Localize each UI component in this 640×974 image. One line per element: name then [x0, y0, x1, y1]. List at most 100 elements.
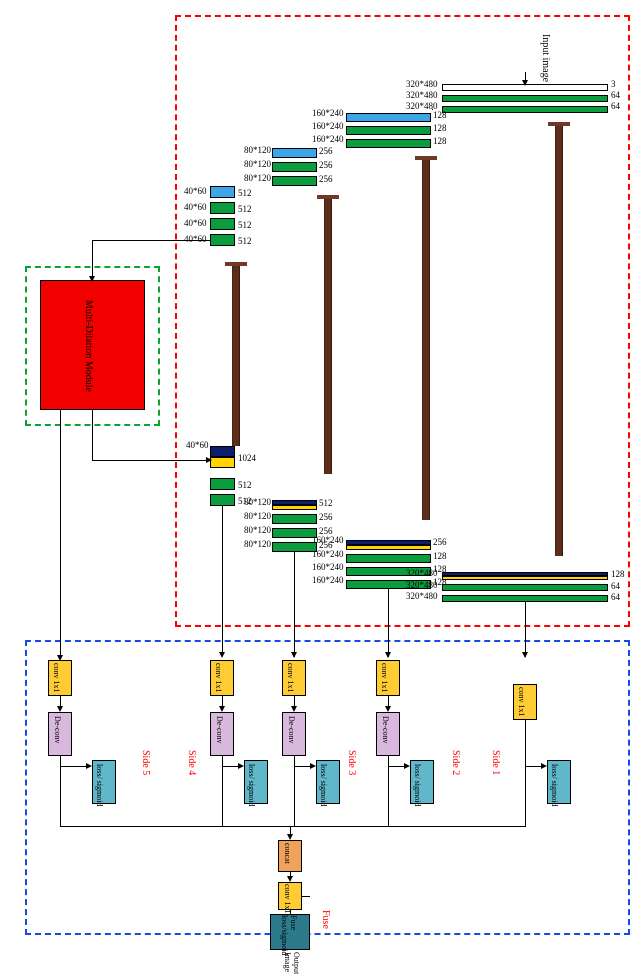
- enc3-sp2: 80*120: [244, 173, 271, 183]
- enc2-sp0: 160*240: [312, 108, 344, 118]
- dec2-sp1: 160*240: [312, 549, 344, 559]
- side1-label: Side 1: [490, 750, 501, 775]
- dec1-bar-2: [442, 595, 608, 602]
- enc2-ch1: 128: [433, 123, 447, 133]
- side1-conv-label: conv 1x1: [517, 687, 526, 717]
- enc4-sp1: 40*60: [184, 202, 207, 212]
- output-label: Output Image: [283, 952, 301, 974]
- enc1-ch1: 64: [611, 90, 620, 100]
- dec2-ch1: 128: [433, 551, 447, 561]
- dec3-ch1: 256: [319, 512, 333, 522]
- dec3-sp3: 80*120: [244, 539, 271, 549]
- dec2-sp0: 160*240: [312, 535, 344, 545]
- enc3-bar-1: [272, 162, 317, 172]
- enc4-bar-1: [210, 202, 235, 214]
- enc4-sp3: 40*60: [184, 234, 207, 244]
- side3-label: Side 3: [346, 750, 357, 775]
- dec3-sp2: 80*120: [244, 525, 271, 535]
- bottleneck-bar-bot: [210, 457, 235, 468]
- side2-deconv-label: De-conv: [381, 716, 390, 744]
- dec1-ch1: 64: [611, 581, 620, 591]
- pillar-2: [324, 199, 332, 474]
- enc2-bar-pool: [346, 113, 431, 122]
- dec3-sp1: 80*120: [244, 511, 271, 521]
- enc1-sp1: 320*480: [406, 90, 438, 100]
- pillar-4: [555, 126, 563, 556]
- enc1-sp0: 320*480: [406, 79, 438, 89]
- dec2-bar-concat-y: [346, 545, 431, 550]
- dec1-sp1: 320*480: [406, 580, 438, 590]
- enc3-bar-2: [272, 176, 317, 186]
- side1-loss-label: loss/ sigmoid: [550, 764, 559, 806]
- enc3-sp1: 80*120: [244, 159, 271, 169]
- dec2-sp3: 160*240: [312, 575, 344, 585]
- enc2-sp2: 160*240: [312, 134, 344, 144]
- enc1-ch2: 64: [611, 101, 620, 111]
- dec1-ch0: 128: [611, 569, 625, 579]
- side5-conv-label: conv 1x1: [52, 663, 61, 693]
- side5-deconv-label: De-conv: [53, 716, 62, 744]
- enc1-ch0: 3: [611, 79, 616, 89]
- dec4-ch1: 512: [238, 480, 252, 490]
- enc2-ch0: 128: [433, 110, 447, 120]
- enc2-sp1: 160*240: [312, 121, 344, 131]
- side2-loss-label: loss/ sigmoid: [413, 764, 422, 806]
- side3-deconv-label: De-conv: [287, 716, 296, 744]
- dec2-bar-1: [346, 554, 431, 563]
- enc2-bar-1: [346, 126, 431, 135]
- enc4-ch0: 512: [238, 188, 252, 198]
- enc3-ch1: 256: [319, 160, 333, 170]
- enc3-ch2: 256: [319, 174, 333, 184]
- enc2-ch2: 128: [433, 136, 447, 146]
- enc4-bar-pool: [210, 186, 235, 198]
- dec3-bar-3: [272, 542, 317, 552]
- fuse-loss-label: Fuse loss/sigmoid: [280, 915, 298, 955]
- bottleneck-bar-top: [210, 446, 235, 457]
- side4-conv-label: conv 1x1: [214, 663, 223, 693]
- enc4-ch2: 512: [238, 220, 252, 230]
- side4-deconv-label: De-conv: [215, 716, 224, 744]
- enc4-sp0: 40*60: [184, 186, 207, 196]
- fuse-label: Fuse: [320, 910, 331, 929]
- enc3-bar-pool: [272, 148, 317, 158]
- concat-label: concat: [283, 843, 292, 864]
- dec1-sp2: 320*480: [406, 591, 438, 601]
- dec1-bar-concat-y: [442, 576, 608, 580]
- enc4-sp2: 40*60: [184, 218, 207, 228]
- side2-conv-label: conv 1x1: [380, 663, 389, 693]
- side5-label: Side 5: [140, 750, 151, 775]
- bottleneck-sp: 40*60: [186, 440, 209, 450]
- enc2-bar-2: [346, 139, 431, 148]
- enc4-bar-3: [210, 234, 235, 246]
- side3-loss-label: loss/ sigmoid: [319, 764, 328, 806]
- dec1-sp0: 320*480: [406, 568, 438, 578]
- pillar-1: [232, 266, 240, 446]
- enc1-bar-1: [442, 95, 608, 102]
- side4-loss-label: loss/ sigmoid: [247, 764, 256, 806]
- dec3-bar-1: [272, 514, 317, 524]
- enc3-sp0: 80*120: [244, 145, 271, 155]
- enc3-ch0: 256: [319, 146, 333, 156]
- dec3-sp0: 80*120: [244, 497, 271, 507]
- side4-label: Side 4: [186, 750, 197, 775]
- enc4-ch1: 512: [238, 204, 252, 214]
- dec2-ch0: 256: [433, 537, 447, 547]
- dec4-bar-1: [210, 478, 235, 490]
- enc1-bar-2: [442, 106, 608, 113]
- side3-conv-label: conv 1x1: [286, 663, 295, 693]
- bottleneck-ch: 1024: [238, 453, 256, 463]
- dec4-bar-2: [210, 494, 235, 506]
- enc4-bar-2: [210, 218, 235, 230]
- dec2-sp2: 160*240: [312, 562, 344, 572]
- dec1-ch2: 64: [611, 592, 620, 602]
- input-label: Input image: [540, 34, 551, 82]
- dec1-bar-1: [442, 584, 608, 591]
- side5-loss-label: loss/ sigmoid: [95, 764, 104, 806]
- dec3-bar-concat-y: [272, 505, 317, 510]
- enc4-ch3: 512: [238, 236, 252, 246]
- pillar-3: [422, 160, 430, 520]
- side2-label: Side 2: [450, 750, 461, 775]
- dec3-bar-2: [272, 528, 317, 538]
- multi-dilation-label: Multi-Dilation Module: [83, 300, 94, 392]
- dec3-ch0: 512: [319, 498, 333, 508]
